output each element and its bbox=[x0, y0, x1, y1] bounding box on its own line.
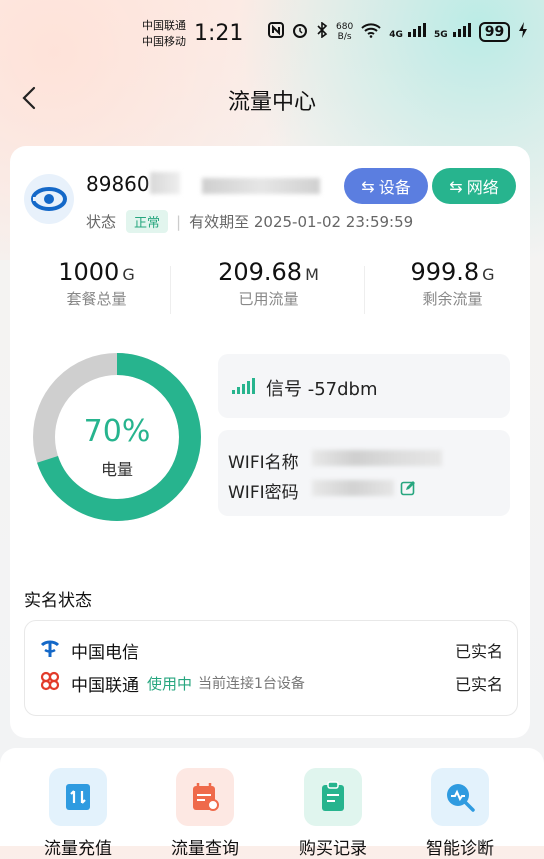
bluetooth-icon bbox=[316, 21, 328, 42]
charging-icon bbox=[518, 22, 528, 42]
shortcut-label: 流量充值 bbox=[44, 839, 112, 859]
iccid-number: 89860 bbox=[86, 172, 150, 196]
shortcut-query[interactable]: 流量查询 bbox=[155, 768, 255, 859]
signal-panel: 信号 -57dbm bbox=[218, 354, 510, 418]
real-name-title: 实名状态 bbox=[24, 591, 92, 611]
shortcut-diagnosis[interactable]: 智能诊断 bbox=[410, 768, 510, 859]
expiry-date: 有效期至 2025-01-02 23:59:59 bbox=[189, 213, 414, 231]
carrier-1: 中国联通 bbox=[142, 19, 186, 32]
operator-name: 中国电信 bbox=[71, 642, 139, 663]
swap-icon: ⇆ bbox=[449, 176, 463, 196]
brand-logo-icon bbox=[31, 187, 67, 211]
stat-value: 1000 bbox=[58, 258, 120, 286]
status-row: 状态 正常 | 有效期至 2025-01-02 23:59:59 bbox=[86, 210, 413, 233]
shortcut-purchase-records[interactable]: 购买记录 bbox=[283, 768, 383, 859]
switch-network-label: 网络 bbox=[466, 178, 499, 197]
shortcut-grid: 流量充值 流量查询 购买记录 智能诊断 bbox=[0, 748, 544, 859]
stat-label: 已用流量 bbox=[238, 290, 299, 308]
navigation-bar: 流量中心 bbox=[0, 70, 544, 126]
battery-percent: 70% bbox=[83, 414, 151, 449]
edit-icon[interactable] bbox=[400, 480, 416, 496]
clock: 1:21 bbox=[194, 21, 244, 46]
stat-label: 剩余流量 bbox=[422, 290, 483, 308]
shortcut-recharge[interactable]: 流量充值 bbox=[28, 768, 128, 859]
net-label-2: 5G bbox=[433, 30, 448, 40]
stat-remaining: 999.8 G 剩余流量 bbox=[366, 258, 539, 309]
stat-value: 209.68 bbox=[218, 258, 303, 286]
in-use-badge: 使用中 bbox=[147, 674, 193, 693]
status-badge: 正常 bbox=[126, 210, 169, 233]
stat-value: 999.8 bbox=[410, 258, 480, 286]
stat-unit: G bbox=[122, 265, 135, 284]
shortcut-label: 购买记录 bbox=[299, 839, 367, 859]
device-logo bbox=[24, 174, 74, 224]
china-unicom-logo-icon bbox=[39, 670, 61, 697]
stat-unit: G bbox=[482, 265, 495, 284]
list-item: 中国电信 已实名 bbox=[39, 637, 503, 663]
battery-indicator: 99 bbox=[478, 22, 511, 42]
usage-stats: 1000 G 套餐总量 209.68 M 已用流量 999.8 G 剩余流量 bbox=[10, 258, 530, 320]
clipboard-icon bbox=[304, 768, 362, 826]
wifi-panel: WIFI名称 WIFI密码 bbox=[218, 430, 510, 516]
wifi-name-label: WIFI名称 bbox=[228, 453, 299, 473]
divider bbox=[364, 266, 365, 314]
net-label-1: 4G bbox=[389, 30, 403, 40]
verification-status: 已实名 bbox=[454, 642, 503, 661]
wifi-icon bbox=[361, 22, 381, 42]
operator-name: 中国联通 bbox=[71, 675, 139, 696]
divider: | bbox=[176, 212, 182, 231]
alarm-icon bbox=[292, 22, 308, 42]
wifi-name-redacted bbox=[312, 450, 442, 466]
status-label: 状态 bbox=[86, 213, 117, 231]
page-title: 流量中心 bbox=[227, 90, 316, 115]
stat-unit: M bbox=[305, 265, 319, 284]
diagnosis-icon bbox=[431, 768, 489, 826]
speed-value: 680 bbox=[336, 22, 354, 32]
connection-info: 当前连接1台设备 bbox=[198, 676, 305, 692]
battery-ring-text: 70% 电量 bbox=[32, 352, 202, 522]
status-icons: 680 B/s 4G 5G 99 bbox=[268, 21, 528, 42]
iccid-redacted bbox=[150, 172, 180, 194]
switch-device-button[interactable]: ⇆ 设备 bbox=[344, 168, 428, 204]
shortcut-label: 流量查询 bbox=[171, 839, 239, 859]
divider bbox=[170, 266, 171, 314]
stat-total: 1000 G 套餐总量 bbox=[10, 258, 183, 309]
status-bar: 中国联通 中国移动 1:21 680 B/s 4G 5G 99 bbox=[0, 0, 544, 70]
device-card: 89860 ⇆ 设备 ⇆ 网络 状态 正常 | 有效期至 2025-01-02 … bbox=[10, 146, 530, 738]
battery-label: 电量 bbox=[100, 460, 133, 479]
switch-device-label: 设备 bbox=[378, 178, 411, 197]
swap-icon: ⇆ bbox=[361, 176, 375, 196]
list-item: 中国联通 使用中 当前连接1台设备 已实名 bbox=[39, 670, 503, 696]
china-telecom-logo-icon bbox=[39, 637, 61, 664]
calendar-search-icon bbox=[176, 768, 234, 826]
nfc-icon bbox=[268, 22, 284, 42]
speed-unit: B/s bbox=[337, 32, 352, 42]
wifi-password-redacted bbox=[312, 480, 394, 496]
carrier-names: 中国联通 中国移动 bbox=[142, 18, 186, 50]
recharge-icon bbox=[49, 768, 107, 826]
network-speed: 680 B/s bbox=[336, 22, 353, 42]
shortcut-label: 智能诊断 bbox=[426, 839, 494, 859]
switch-network-button[interactable]: ⇆ 网络 bbox=[432, 168, 516, 204]
real-name-list: 中国电信 已实名 中国联通 使用中 当前连接1台设备 已实名 bbox=[24, 620, 518, 716]
wifi-password-label: WIFI密码 bbox=[228, 483, 299, 503]
stat-label: 套餐总量 bbox=[66, 290, 127, 308]
stat-used: 209.68 M 已用流量 bbox=[182, 258, 355, 309]
signal-strength: 信号 -57dbm bbox=[266, 379, 378, 400]
verification-status: 已实名 bbox=[454, 675, 503, 694]
signal-4g-icon: 4G bbox=[389, 23, 426, 41]
signal-icon bbox=[232, 378, 255, 394]
iccid-redacted-2 bbox=[202, 178, 320, 194]
carrier-2: 中国移动 bbox=[142, 35, 186, 48]
signal-5g-icon: 5G bbox=[434, 23, 471, 41]
